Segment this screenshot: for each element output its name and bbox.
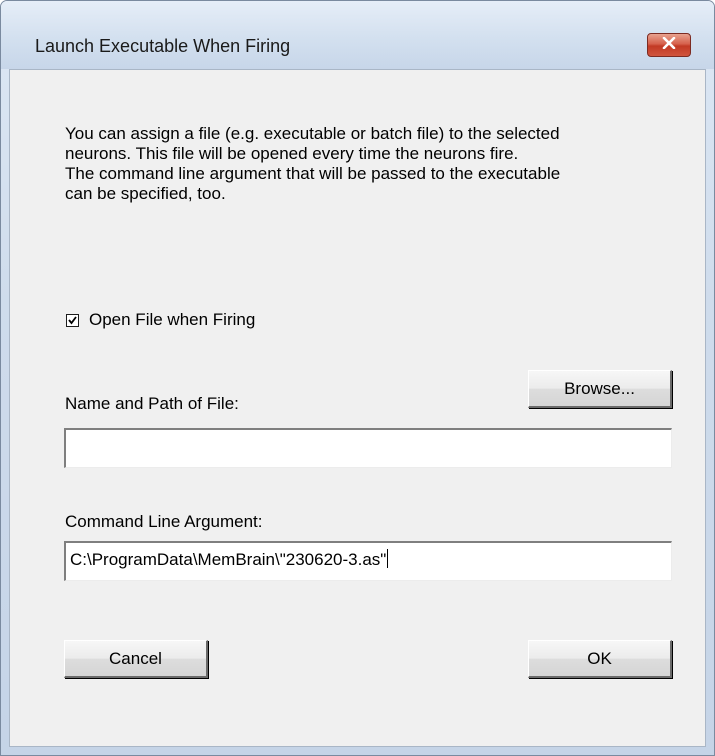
text-cursor [387, 549, 389, 568]
checkmark-icon [68, 315, 77, 324]
dialog-window: Launch Executable When Firing You can as… [0, 0, 715, 756]
file-path-label: Name and Path of File: [65, 394, 239, 413]
window-title: Launch Executable When Firing [35, 36, 291, 56]
description-line: The command line argument that will be p… [65, 164, 561, 183]
description-line: can be specified, too. [65, 184, 226, 203]
command-line-value: C:\ProgramData\MemBrain\"230620-3.as" [70, 550, 387, 569]
browse-button[interactable]: Browse... [528, 370, 672, 408]
description-line: neurons. This file will be opened every … [65, 144, 519, 163]
open-file-option[interactable]: Open File when Firing [66, 310, 255, 330]
title-bar[interactable]: Launch Executable When Firing [1, 1, 714, 69]
close-button[interactable] [647, 33, 691, 57]
file-path-input[interactable] [64, 428, 672, 468]
description-line: You can assign a file (e.g. executable o… [65, 124, 560, 143]
command-line-label: Command Line Argument: [65, 512, 263, 531]
cancel-button[interactable]: Cancel [64, 640, 208, 678]
dialog-body: You can assign a file (e.g. executable o… [9, 69, 706, 747]
description-text: You can assign a file (e.g. executable o… [65, 124, 685, 204]
open-file-checkbox[interactable] [66, 313, 79, 327]
open-file-checkbox-label[interactable]: Open File when Firing [89, 310, 255, 330]
ok-button[interactable]: OK [528, 640, 672, 678]
command-line-input[interactable]: C:\ProgramData\MemBrain\"230620-3.as" [64, 541, 672, 581]
close-x-icon [662, 36, 676, 54]
